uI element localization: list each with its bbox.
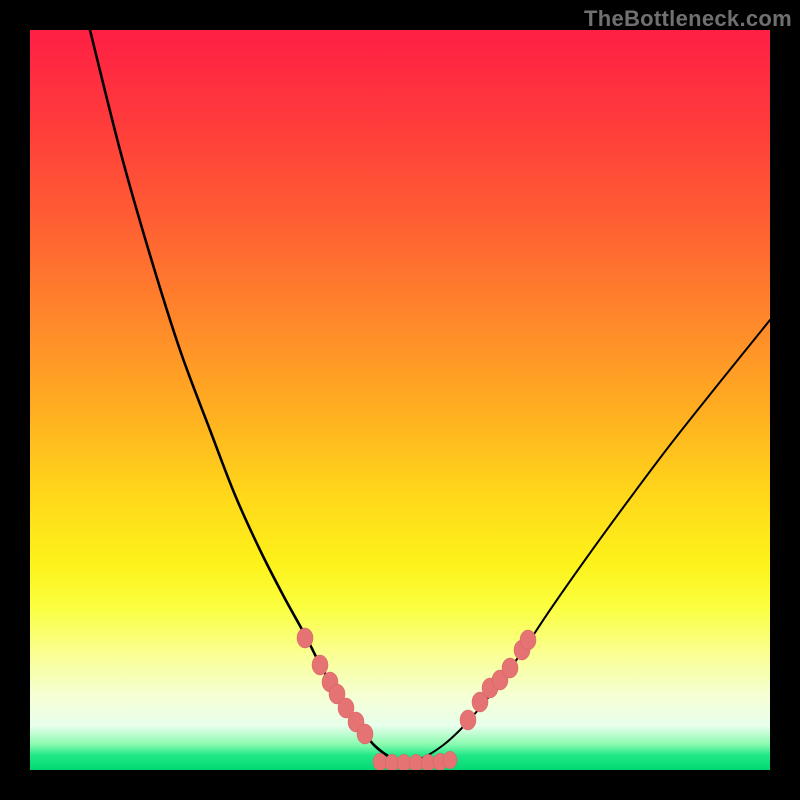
right-curve bbox=[400, 320, 770, 762]
watermark-text: TheBottleneck.com bbox=[584, 6, 792, 32]
data-dot bbox=[297, 628, 313, 648]
plot-area bbox=[30, 30, 770, 770]
data-dot bbox=[443, 751, 457, 769]
data-dot bbox=[312, 655, 328, 675]
data-dot bbox=[520, 630, 536, 650]
data-dot bbox=[460, 710, 476, 730]
scatter-left bbox=[297, 628, 373, 744]
scatter-right bbox=[460, 630, 536, 730]
data-dot bbox=[502, 658, 518, 678]
chart-svg bbox=[30, 30, 770, 770]
data-dot bbox=[357, 724, 373, 744]
chart-stage: TheBottleneck.com bbox=[0, 0, 800, 800]
left-curve bbox=[90, 30, 400, 762]
